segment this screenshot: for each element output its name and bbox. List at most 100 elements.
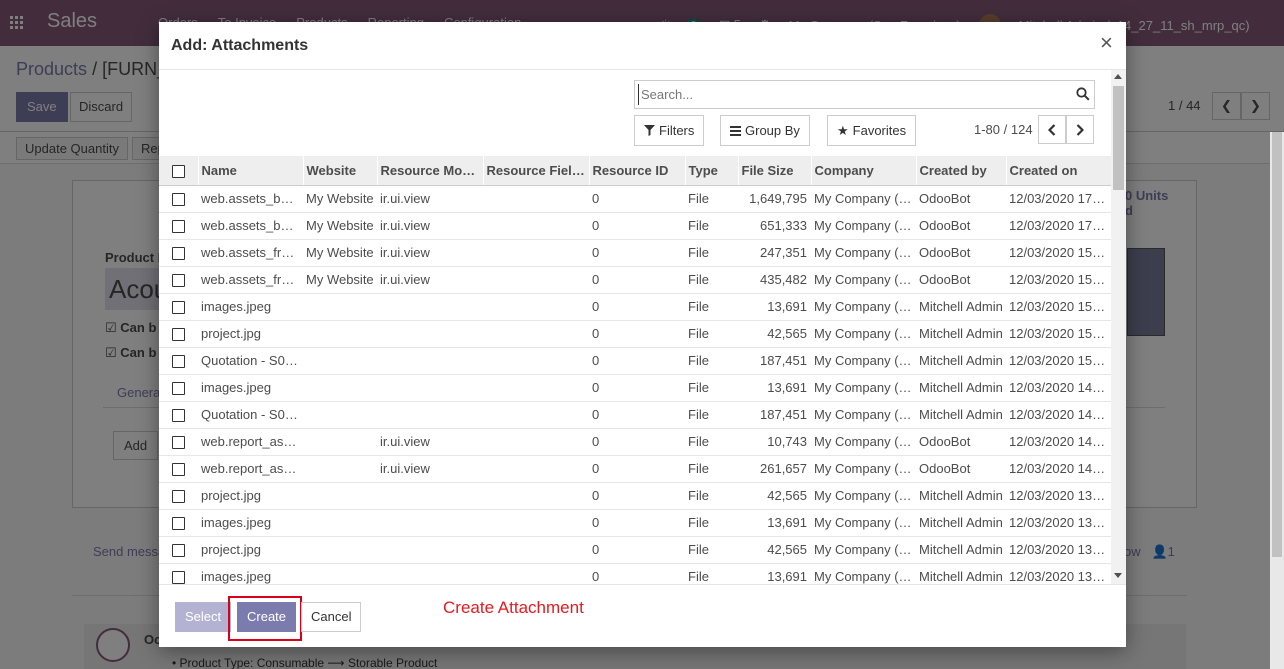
- favorites-dropdown-button[interactable]: ★ Favorites: [827, 115, 917, 146]
- table-cell: [303, 293, 377, 321]
- table-row[interactable]: project.jpg 0 File 42,565 My Company (… Mitch…: [159, 536, 1111, 564]
- table-cell: [483, 185, 589, 213]
- table-cell: File: [685, 374, 738, 402]
- row-checkbox[interactable]: [159, 293, 198, 321]
- table-row[interactable]: Quotation - S0… 0 File 187,451 My Company (……: [159, 401, 1111, 429]
- column-header[interactable]: Company: [811, 156, 917, 186]
- row-checkbox[interactable]: [159, 347, 198, 375]
- table-cell: project.jpg: [198, 536, 303, 564]
- table-cell: 12/03/2020 15:…: [1006, 320, 1111, 348]
- table-cell: My Company (…: [811, 320, 916, 348]
- cancel-button[interactable]: Cancel: [301, 602, 362, 632]
- table-cell: [377, 293, 483, 321]
- row-checkbox[interactable]: [159, 536, 198, 564]
- table-row[interactable]: web.assets_ba… My Website ir.ui.view 0 File 6…: [159, 212, 1111, 240]
- column-header[interactable]: Resource Fiel…: [483, 156, 590, 186]
- table-cell: OdooBot: [916, 185, 1006, 213]
- close-icon[interactable]: ×: [1100, 32, 1113, 54]
- chevron-left-icon[interactable]: [1038, 115, 1066, 144]
- scroll-thumb[interactable]: [1113, 86, 1124, 190]
- table-cell: 0: [589, 455, 685, 483]
- chevron-right-icon[interactable]: [1066, 115, 1094, 144]
- table-cell: My Website: [303, 266, 377, 294]
- create-button[interactable]: Create: [237, 602, 297, 632]
- table-cell: 12/03/2020 17:…: [1006, 212, 1111, 240]
- row-checkbox[interactable]: [159, 455, 198, 483]
- table-cell: 42,565: [738, 482, 811, 510]
- table-cell: [483, 374, 589, 402]
- row-checkbox[interactable]: [159, 239, 198, 267]
- table-cell: 12/03/2020 14:…: [1006, 428, 1111, 456]
- table-cell: 12/03/2020 14:…: [1006, 401, 1111, 429]
- table-cell: File: [685, 536, 738, 564]
- row-checkbox[interactable]: [159, 482, 198, 510]
- select-all-checkbox[interactable]: [159, 156, 199, 186]
- row-checkbox[interactable]: [159, 428, 198, 456]
- table-row[interactable]: images.jpeg 0 File 13,691 My Company (… Mitch…: [159, 563, 1111, 584]
- table-cell: images.jpeg: [198, 563, 303, 584]
- table-row[interactable]: web.assets_fr… My Website ir.ui.view 0 File 4…: [159, 266, 1111, 294]
- row-checkbox[interactable]: [159, 509, 198, 537]
- table-row[interactable]: web.report_as… ir.ui.view 0 File 261,657 My C…: [159, 455, 1111, 483]
- table-cell: 12/03/2020 14:…: [1006, 455, 1111, 483]
- scroll-down-icon[interactable]: [1114, 573, 1122, 578]
- table-row[interactable]: images.jpeg 0 File 13,691 My Company (… Mitch…: [159, 293, 1111, 321]
- table-cell: [377, 509, 483, 537]
- table-cell: My Company (…: [811, 239, 916, 267]
- table-row[interactable]: web.assets_ba… My Website ir.ui.view 0 File 1…: [159, 185, 1111, 213]
- page-scrollbar[interactable]: [1270, 132, 1284, 669]
- search-icon[interactable]: [1076, 87, 1090, 101]
- group-by-dropdown-button[interactable]: Group By: [720, 115, 810, 146]
- table-cell: [483, 428, 589, 456]
- table-cell: OdooBot: [916, 239, 1006, 267]
- table-cell: My Company (…: [811, 428, 916, 456]
- row-checkbox[interactable]: [159, 320, 198, 348]
- column-header[interactable]: Resource ID: [589, 156, 686, 186]
- table-cell: 0: [589, 509, 685, 537]
- table-cell: [483, 320, 589, 348]
- table-cell: 12/03/2020 13:…: [1006, 563, 1111, 584]
- table-row[interactable]: images.jpeg 0 File 13,691 My Company (… Mitch…: [159, 509, 1111, 537]
- column-header[interactable]: Created by: [916, 156, 1007, 186]
- table-row[interactable]: images.jpeg 0 File 13,691 My Company (… Mitch…: [159, 374, 1111, 402]
- dialog-scrollbar[interactable]: [1111, 70, 1126, 584]
- table-cell: 0: [589, 536, 685, 564]
- table-cell: My Company (…: [811, 482, 916, 510]
- row-checkbox[interactable]: [159, 212, 198, 240]
- table-cell: [483, 266, 589, 294]
- column-header[interactable]: Website: [303, 156, 378, 186]
- table-cell: Mitchell Admin: [916, 563, 1006, 584]
- table-cell: web.assets_fr…: [198, 266, 303, 294]
- row-checkbox[interactable]: [159, 374, 198, 402]
- table-cell: File: [685, 509, 738, 537]
- column-header[interactable]: Created on: [1006, 156, 1111, 186]
- table-row[interactable]: web.report_as… ir.ui.view 0 File 10,743 My Co…: [159, 428, 1111, 456]
- table-cell: [303, 347, 377, 375]
- record-count[interactable]: 1-80 / 124: [974, 122, 1033, 137]
- column-header[interactable]: Name: [198, 156, 304, 186]
- table-cell: [303, 509, 377, 537]
- table-cell: 0: [589, 374, 685, 402]
- search-box: [634, 80, 1095, 109]
- column-header[interactable]: Resource Mo…: [377, 156, 484, 186]
- table-cell: Mitchell Admin: [916, 320, 1006, 348]
- row-checkbox[interactable]: [159, 185, 198, 213]
- table-cell: [483, 455, 589, 483]
- row-checkbox[interactable]: [159, 266, 198, 294]
- select-button[interactable]: Select: [175, 602, 232, 632]
- table-cell: images.jpeg: [198, 293, 303, 321]
- row-checkbox[interactable]: [159, 401, 198, 429]
- table-row[interactable]: web.assets_fr… My Website ir.ui.view 0 File 2…: [159, 239, 1111, 267]
- column-header[interactable]: Type: [685, 156, 739, 186]
- row-checkbox[interactable]: [159, 563, 198, 584]
- search-input[interactable]: [638, 84, 1068, 105]
- table-cell: Mitchell Admin: [916, 374, 1006, 402]
- filters-dropdown-button[interactable]: Filters: [634, 115, 705, 146]
- table-row[interactable]: Quotation - S0… 0 File 187,451 My Company (……: [159, 347, 1111, 375]
- table-cell: [303, 320, 377, 348]
- table-row[interactable]: project.jpg 0 File 42,565 My Company (… Mitch…: [159, 320, 1111, 348]
- scroll-up-icon[interactable]: [1114, 74, 1122, 79]
- column-header[interactable]: File Size: [738, 156, 812, 186]
- table-cell: 247,351: [738, 239, 811, 267]
- table-row[interactable]: project.jpg 0 File 42,565 My Company (… Mitch…: [159, 482, 1111, 510]
